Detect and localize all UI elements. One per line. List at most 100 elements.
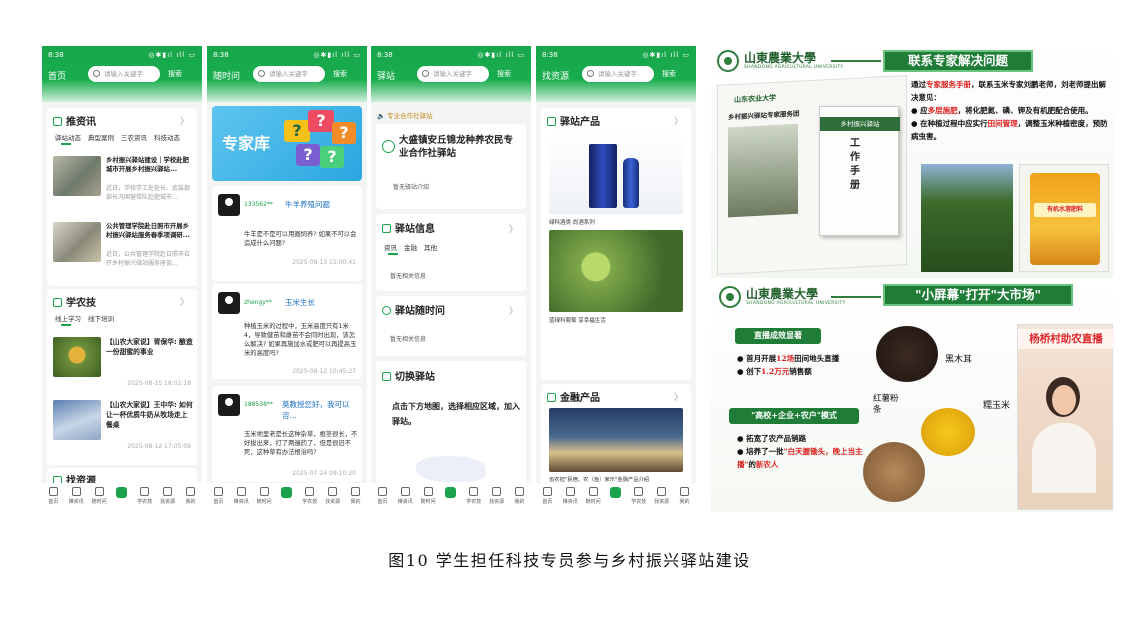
chevron-right-icon[interactable]: 〉 [180,114,189,127]
nav-ask[interactable]: 随时问 [420,487,436,505]
list-item[interactable]: 公共管理学院赴日照市开展乡村振兴驿站服务春季项调研... 近日，公共管理学院赴日… [53,222,193,280]
tab-station-news[interactable]: 驿站动态 [55,134,81,142]
nav-resource[interactable]: 找资源 [654,487,670,505]
resource-icon [492,487,502,496]
chevron-right-icon[interactable]: 〉 [180,295,189,308]
black-fungus-image [876,326,938,382]
list-item[interactable]: 【山农大家说】胥保华: 酿造一份甜蜜的事业 2025-08-15 18:02:1… [53,337,193,395]
search-input[interactable]: 请输入关键字 [417,66,489,82]
list-item[interactable]: 【山农大家说】王中华: 如何让一杯优质牛奶从牧场走上餐桌 2025-08-12 … [53,400,193,458]
nav-resource[interactable]: 找资源 [489,487,505,505]
question-post[interactable]: 188538** 莫教授您好，我可以咨... 玉米地里老是长这种杂草，根茎很长，… [212,386,362,482]
nav-tech[interactable]: 学农技 [302,487,318,505]
finance-image[interactable] [549,408,683,472]
nav-station[interactable] [443,487,459,500]
phone-screen-resource: 8:38 ◎✱▮ıl ıll ▭ 找资源 请输入关键字 搜索 驿站产品 〉 绿科酒… [536,46,696,511]
tab-tech[interactable]: 科技动态 [154,134,180,142]
tab-finance[interactable]: 金融 [404,244,417,252]
graduation-icon [469,487,479,496]
app-header: 8:38 ◎✱▮ıl ıll ▭ 首页 请输入关键字 搜索 [42,46,202,102]
product-caption: 蓝绿科葡萄 享幸福生活 [549,318,606,324]
tab-cases[interactable]: 典型案例 [88,134,114,142]
expert-banner[interactable]: 专家库 ? ? ? ? ? [212,106,362,181]
question-post[interactable]: 133562** 牛羊养殖问题 牛羊是不是可以用圈饲养? 如果不可以会造成什么问… [212,186,362,281]
nav-resource[interactable]: 找资源 [325,487,341,505]
signal-icon: ◎✱▮ıl ıll ▭ [477,51,525,59]
chevron-right-icon[interactable]: 〉 [674,390,683,403]
nav-station[interactable] [114,487,130,500]
corn-field-photo [921,164,1013,272]
live-stream-photo: 杨桥村助农直播 [1017,324,1114,510]
post-time: 2025-08-12 10:45:27 [292,368,356,375]
nav-news[interactable]: 推资讯 [68,487,84,505]
search-input[interactable]: 请输入关键字 [253,66,325,82]
app-header: 8:38 ◎✱▮ıl ıll ▭ 驿站 请输入关键字 搜索 [371,46,531,102]
slide-expert-contact: 山東農業大學 SHANDONG AGRICULTURAL UNIVERSITY … [711,44,1114,278]
nav-me[interactable]: 我的 [676,487,692,505]
nav-resource[interactable]: 找资源 [160,487,176,505]
nav-home[interactable]: 首页 [45,487,61,505]
post-title: 玉米生长 [285,298,315,307]
post-question: 种植玉米的过程中，玉米高度只有1米4，导致健苗和雌苗不会同时出现，该怎么解决? … [244,323,357,357]
home-icon [377,487,387,496]
nav-ask[interactable]: 随时问 [585,487,601,505]
question-post[interactable]: zhengy** 玉米生长 种植玉米的过程中，玉米高度只有1米4，导致健苗和雌苗… [212,284,362,379]
leaf-icon [588,487,598,496]
search-input[interactable]: 请输入关键字 [88,66,160,82]
nav-home[interactable]: 首页 [539,487,555,505]
nav-tech[interactable]: 学农技 [631,487,647,505]
nav-ask[interactable]: 随时问 [256,487,272,505]
nav-home[interactable]: 首页 [210,487,226,505]
phone-screen-station: 8:38 ◎✱▮ıl ıll ▭ 驿站 请输入关键字 搜索 🔈 专业合作社驿站 大… [371,46,531,511]
station-icon [610,487,622,498]
nav-station[interactable] [608,487,624,500]
nav-me[interactable]: 我的 [347,487,363,505]
tab-other[interactable]: 其他 [424,244,437,252]
nav-news[interactable]: 推资讯 [562,487,578,505]
news-thumbnail [53,156,101,196]
liquor-box [589,144,617,208]
divider [831,60,881,62]
news-icon [53,117,62,126]
question-icon: ? [308,110,334,132]
tab-sannong[interactable]: 三农资讯 [121,134,147,142]
nav-tech[interactable]: 学农技 [137,487,153,505]
search-button[interactable]: 搜索 [333,69,347,79]
university-name: 山東農業大學 [746,287,819,301]
tab-online[interactable]: 线上学习 [55,315,81,323]
nav-home[interactable]: 首页 [374,487,390,505]
nav-tech[interactable]: 学农技 [466,487,482,505]
university-en: SHANDONG AGRICULTURAL UNIVERSITY [744,65,844,70]
page-title: 驿站 [377,72,396,82]
person-icon [350,487,360,496]
nav-me[interactable]: 我的 [182,487,198,505]
chevron-right-icon[interactable]: 〉 [509,222,518,235]
chevron-right-icon[interactable]: 〉 [509,304,518,317]
news-card: 推资讯 〉 驿站动态 典型案例 三农资讯 科技动态 乡村振兴驿站建设｜学校赴肥城市开展… [47,108,197,286]
bottom-nav: 首页 推资讯 随时问 学农技 找资源 我的 [42,483,202,511]
nav-ask[interactable]: 随时问 [91,487,107,505]
tab-news[interactable]: 资讯 [384,244,397,252]
nav-me[interactable]: 我的 [511,487,527,505]
product-image-liquor[interactable] [549,132,683,214]
chevron-right-icon[interactable]: 〉 [674,114,683,127]
tab-offline[interactable]: 线下培训 [88,315,114,323]
list-item[interactable]: 乡村振兴驿站建设｜学校赴肥城市开展乡村振兴驿站... 近日，学校学工处处长、武装… [53,156,193,214]
search-input[interactable]: 请输入关键字 [582,66,654,82]
nav-station[interactable] [279,487,295,500]
news-title: 公共管理学院赴日照市开展乡村振兴驿站服务春季项调研... [106,222,190,239]
page-title: 随时问 [213,72,241,82]
tab-underline [388,253,398,255]
products-card: 驿站产品 〉 绿科酒类 尚酒系列 蓝绿科葡萄 享幸福生活 [541,108,691,380]
nav-news[interactable]: 推资讯 [233,487,249,505]
search-button[interactable]: 搜索 [168,69,182,79]
search-button[interactable]: 搜索 [497,69,511,79]
search-button[interactable]: 搜索 [662,69,676,79]
region-map[interactable] [416,456,486,482]
news-tabs: 驿站动态 典型案例 三农资讯 科技动态 [55,132,187,142]
post-question: 牛羊是不是可以用圈饲养? 如果不可以会造成什么问题? [244,231,357,247]
home-icon [48,487,58,496]
section-title: 金融产品 [547,389,600,404]
product-image-grapes[interactable] [549,230,683,312]
nav-news[interactable]: 推资讯 [397,487,413,505]
